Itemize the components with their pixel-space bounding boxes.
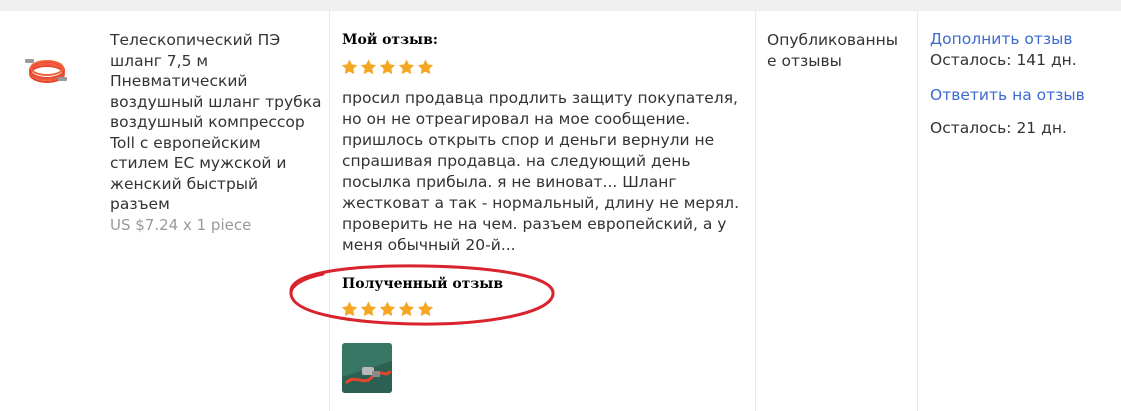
received-review-stars (341, 301, 434, 317)
product-title[interactable]: Телескопический ПЭ шланг 7,5 м Пневматич… (110, 30, 322, 215)
reply-review-link[interactable]: Ответить на отзыв (930, 86, 1085, 104)
review-status: Опубликованные отзывы (767, 31, 899, 70)
column-divider (917, 11, 918, 411)
my-review-stars (341, 59, 434, 75)
star-icon (341, 301, 358, 317)
star-icon (360, 59, 377, 75)
add-review-remaining: Осталось: 141 дн. (930, 51, 1077, 69)
star-icon (341, 59, 358, 75)
star-icon (398, 301, 415, 317)
product-price: US $7.24 x 1 piece (110, 216, 252, 234)
star-icon (417, 59, 434, 75)
star-icon (360, 301, 377, 317)
star-icon (417, 301, 434, 317)
product-thumbnail[interactable] (23, 48, 69, 98)
my-review-text: просил продавца продлить защиту покупате… (342, 89, 739, 254)
star-icon (379, 301, 396, 317)
top-divider-bar (0, 0, 1121, 11)
star-icon (379, 59, 396, 75)
received-review-heading: Полученный отзыв (342, 276, 504, 292)
my-review-heading: Мой отзыв: (342, 32, 438, 48)
column-divider (755, 11, 756, 411)
reply-review-remaining: Осталось: 21 дн. (930, 119, 1067, 137)
star-icon (398, 59, 415, 75)
add-review-link[interactable]: Дополнить отзыв (930, 30, 1073, 48)
review-photo-thumbnail[interactable] (342, 343, 392, 393)
highlight-circle (289, 264, 555, 326)
column-divider (329, 11, 330, 411)
